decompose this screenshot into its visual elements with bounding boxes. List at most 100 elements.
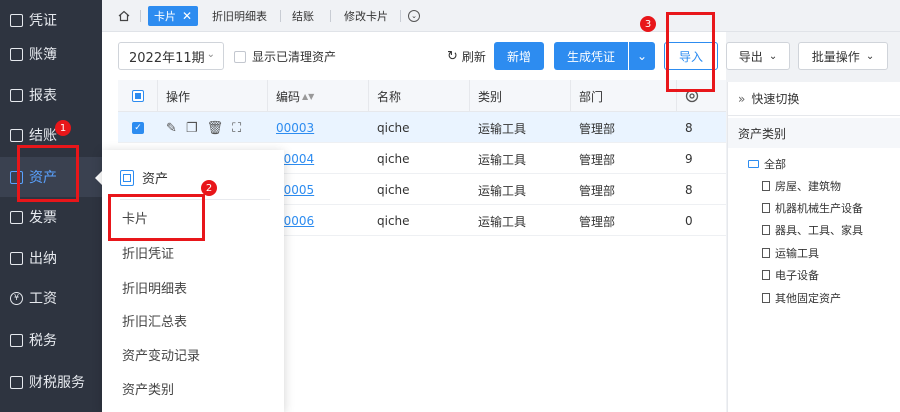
sidebar-item-tax[interactable]: 税务: [0, 320, 102, 360]
sidebar-item-cashier[interactable]: 出纳: [0, 238, 102, 278]
salary-icon: ¥: [10, 291, 23, 305]
sidebar-item-label: 税务: [29, 333, 57, 349]
tab-more[interactable]: ⌄: [408, 6, 420, 26]
asset-department: 管理部: [579, 183, 616, 198]
quick-switch[interactable]: » 快速切换: [728, 82, 900, 116]
copy-icon[interactable]: ❐: [186, 121, 198, 136]
cashier-icon: [10, 251, 23, 265]
annotation-box-2: [108, 194, 205, 241]
closing-icon: [10, 128, 23, 142]
column-header-name: 名称: [369, 80, 470, 112]
invoice-icon: [10, 210, 23, 224]
period-select[interactable]: 2022年11期 ⌄: [118, 42, 224, 70]
tab-label: 结账: [292, 10, 314, 23]
tree-label: 器具、工具、家具: [775, 224, 863, 237]
tree-label: 全部: [764, 158, 786, 171]
add-button[interactable]: 新增: [494, 42, 544, 70]
tab-edit-card[interactable]: 修改卡片: [344, 6, 388, 26]
refresh-button[interactable]: ↻ 刷新: [447, 48, 486, 65]
tax-icon: [10, 333, 23, 347]
row-checkbox[interactable]: ✓: [132, 122, 144, 134]
close-icon[interactable]: ✕: [182, 9, 192, 23]
submenu-item-depreciation-detail[interactable]: 折旧明细表: [122, 278, 187, 297]
asset-extra: 0: [685, 214, 693, 228]
tree-item[interactable]: 其他固定资产: [762, 290, 841, 306]
submenu-item-asset-category[interactable]: 资产类别: [122, 379, 174, 398]
toolbar: 2022年11期 ⌄ 显示已清理资产 ↻ 刷新 新增 生成凭证 ⌄ 导入: [102, 32, 726, 80]
tree-item[interactable]: 电子设备: [762, 267, 819, 283]
asset-department: 管理部: [579, 214, 616, 229]
sidebar-item-ledger[interactable]: 账簿: [0, 34, 102, 74]
tab-closing[interactable]: 结账: [292, 6, 314, 26]
sidebar-item-invoice[interactable]: 发票: [0, 197, 102, 237]
delete-icon[interactable]: 🗑: [207, 121, 224, 136]
asset-department: 管理部: [579, 121, 616, 136]
chevron-down-icon: ⌄: [206, 49, 215, 60]
edit-icon[interactable]: ✎: [166, 121, 177, 136]
annotation-badge-2: 2: [201, 180, 217, 196]
tree-item[interactable]: 运输工具: [762, 245, 819, 261]
table-header: 操作 编码 ▲▼ 名称 类别 部门: [118, 80, 726, 112]
tree-label: 房屋、建筑物: [775, 180, 841, 193]
sidebar-item-finance-service[interactable]: 财税服务: [0, 362, 102, 402]
tab-bar: 卡片 ✕ 折旧明细表 结账 修改卡片 ⌄: [102, 0, 900, 32]
sidebar-item-salary[interactable]: ¥ 工资: [0, 278, 102, 318]
sidebar-item-report[interactable]: 报表: [0, 75, 102, 115]
double-chevron-right-icon: »: [738, 91, 746, 106]
show-cleared-assets-checkbox[interactable]: 显示已清理资产: [234, 48, 336, 65]
asset-extra: 8: [685, 183, 693, 197]
select-all-cell: [118, 80, 158, 112]
export-button[interactable]: 导出 ⌄: [726, 42, 790, 70]
asset-category-panel: » 快速切换 资产类别 全部 房屋、建筑物 机器机械生产设备 器具、工具、家具 …: [727, 82, 900, 412]
submenu-title: 资产: [142, 172, 169, 187]
folder-icon: [748, 160, 759, 168]
column-header-category: 类别: [470, 80, 571, 112]
tree-item[interactable]: 器具、工具、家具: [762, 222, 863, 238]
report-icon: [10, 88, 23, 102]
tab-card[interactable]: 卡片 ✕: [148, 6, 199, 26]
home-icon: [118, 10, 130, 22]
refresh-label: 刷新: [461, 50, 486, 64]
refresh-icon: ↻: [447, 49, 458, 64]
generate-voucher-dropdown[interactable]: ⌄: [629, 42, 655, 70]
sidebar-item-label: 凭证: [29, 13, 57, 29]
submenu-item-asset-change-record[interactable]: 资产变动记录: [122, 345, 200, 364]
submenu-item-depreciation-summary[interactable]: 折旧汇总表: [122, 311, 187, 330]
sidebar-item-label: 财税服务: [29, 375, 85, 391]
submenu-item-depreciation-voucher[interactable]: 折旧凭证: [122, 243, 174, 262]
asset-name: qiche: [377, 214, 410, 228]
tab-depreciation-detail[interactable]: 折旧明细表: [212, 6, 267, 26]
column-header-code-label: 编码: [276, 89, 301, 104]
basket-icon[interactable]: ⛶: [232, 121, 241, 136]
document-icon: [762, 203, 770, 213]
table-row[interactable]: ✓ ✎ ❐ 🗑 ⛶ 00003 qiche 运输工具 管理部 8: [118, 112, 726, 143]
chevron-down-icon: ⌄: [636, 49, 648, 63]
tree-item[interactable]: 房屋、建筑物: [762, 178, 841, 194]
column-header-code[interactable]: 编码 ▲▼: [268, 80, 369, 112]
sidebar: 凭证 账簿 报表 结账 资产 发票 出纳 ¥ 工资 税务 财税服务: [0, 0, 102, 412]
asset-icon: [120, 169, 134, 186]
tree-root-all[interactable]: 全部: [748, 156, 786, 172]
batch-operation-button[interactable]: 批量操作 ⌄: [798, 42, 888, 70]
ledger-icon: [10, 47, 23, 61]
annotation-box-1: [17, 145, 79, 202]
asset-name: qiche: [377, 183, 410, 197]
home-tab[interactable]: [114, 6, 134, 26]
tree-item[interactable]: 机器机械生产设备: [762, 200, 863, 216]
asset-category: 运输工具: [478, 214, 527, 229]
quick-switch-label: 快速切换: [751, 92, 800, 106]
checkbox-box[interactable]: [234, 50, 246, 63]
document-icon: [762, 270, 770, 280]
annotation-box-3: [666, 12, 715, 92]
select-all-checkbox[interactable]: [131, 90, 144, 102]
tree-label: 其他固定资产: [775, 292, 841, 305]
asset-extra: 8: [685, 121, 693, 135]
document-icon: [762, 293, 770, 303]
export-label: 导出: [738, 49, 763, 64]
column-header-operation: 操作: [158, 80, 268, 112]
generate-voucher-button[interactable]: 生成凭证: [554, 42, 628, 70]
tree-label: 机器机械生产设备: [775, 202, 863, 215]
asset-category: 运输工具: [478, 183, 527, 198]
asset-code-link[interactable]: 00003: [276, 121, 314, 135]
annotation-badge-1: 1: [55, 120, 71, 136]
